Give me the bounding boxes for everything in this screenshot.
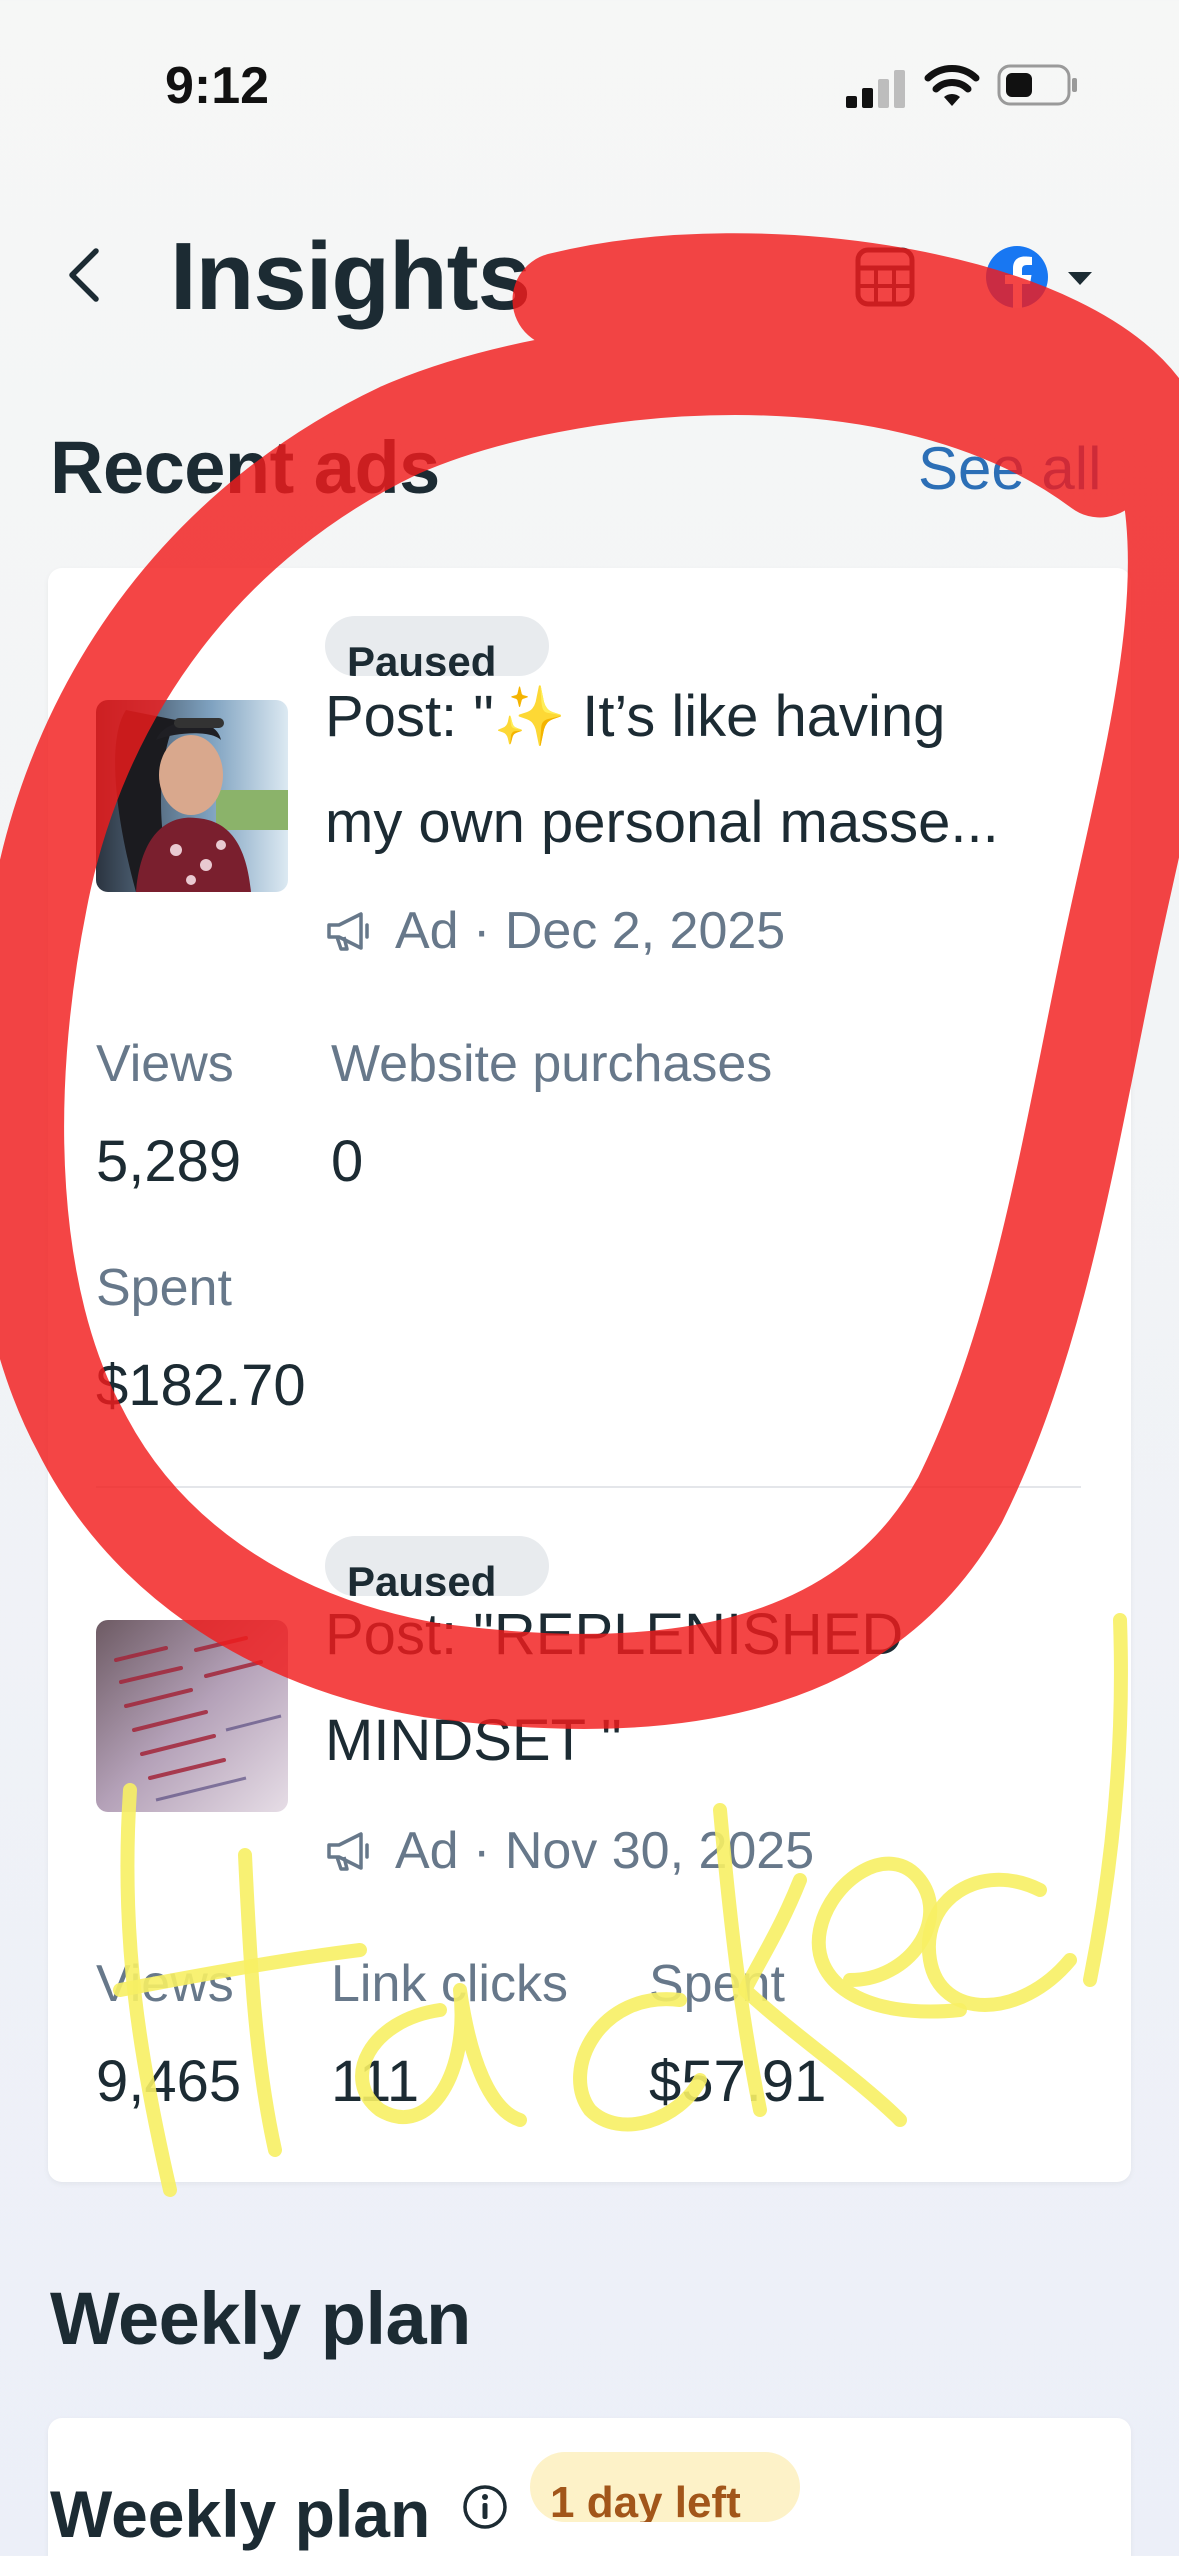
status-bar: 9:12	[0, 0, 1179, 170]
cellular-signal-icon	[846, 70, 905, 108]
megaphone-icon	[327, 912, 369, 951]
ad-title: Post: "✨ It’s like having my own persona…	[325, 684, 999, 855]
metric-label: Website purchases	[331, 1035, 773, 1093]
back-chevron-icon[interactable]	[62, 245, 106, 305]
ad-meta: Ad · Nov 30, 2025	[325, 1821, 814, 1881]
divider	[96, 1486, 1081, 1488]
recent-ads-heading: Recent ads	[50, 426, 440, 509]
caret-down-icon	[1068, 272, 1092, 285]
metric-label: Views	[96, 1955, 234, 2013]
metric-label: Spent	[96, 1259, 232, 1317]
days-left-badge: 1 day left	[530, 2452, 800, 2522]
metric-value: $182.70	[96, 1353, 306, 1418]
wifi-icon	[924, 65, 980, 106]
ad-title: Post: "REPLENISHED MINDSET "	[325, 1602, 904, 1773]
ad-thumbnail-image	[96, 1620, 288, 1812]
ad-thumbnail	[96, 1620, 288, 1812]
megaphone-icon	[327, 1832, 369, 1871]
recent-ads-card: Paused Post: "✨ It’s like having my own …	[48, 568, 1131, 2182]
info-icon[interactable]	[462, 2484, 508, 2530]
facebook-icon	[986, 246, 1092, 308]
ad-thumbnail	[96, 700, 288, 892]
battery-icon	[997, 64, 1077, 106]
metric-value: $57.91	[649, 2049, 827, 2114]
page-title: Insights	[170, 223, 531, 330]
account-switcher[interactable]	[984, 244, 1098, 310]
weekly-plan-card-title: Weekly plan	[50, 2477, 431, 2551]
ad-thumbnail-image	[96, 700, 288, 892]
metric-label: Link clicks	[331, 1955, 568, 2013]
status-time: 9:12	[165, 57, 270, 115]
ad-meta: Ad · Dec 2, 2025	[325, 901, 785, 961]
metric-label: Views	[96, 1035, 234, 1093]
metric-value: 9,465	[96, 2049, 242, 2114]
metric-value: 111	[331, 2049, 420, 2114]
see-all-link[interactable]: See all	[918, 434, 1101, 503]
weekly-plan-heading: Weekly plan	[50, 2277, 471, 2360]
metric-value: 0	[331, 1129, 364, 1194]
calculator-icon[interactable]	[854, 246, 916, 308]
metric-label: Spent	[649, 1955, 785, 2013]
metric-value: 5,289	[96, 1129, 242, 1194]
